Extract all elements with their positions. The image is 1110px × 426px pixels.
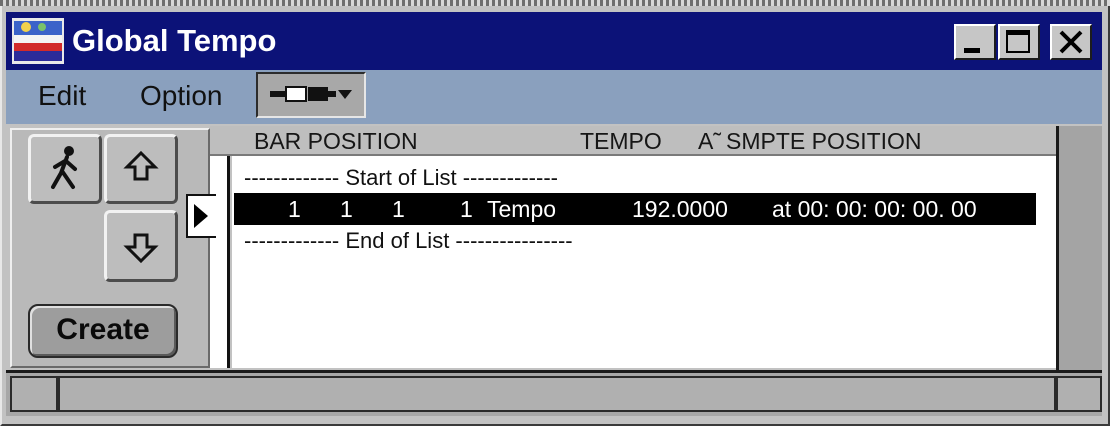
current-row-pointer [186, 194, 216, 238]
row-smpte-position: at 00: 00: 00: 00. 00 [772, 196, 977, 222]
header-at[interactable]: A˜ [698, 126, 721, 156]
app-icon[interactable] [12, 18, 64, 64]
header-smpte-position[interactable]: SMPTE POSITION [726, 126, 922, 156]
row-tick: 1 [392, 196, 405, 222]
row-subtick: 1 [460, 196, 473, 222]
walk-button[interactable] [28, 134, 102, 204]
create-button[interactable]: Create [28, 304, 178, 358]
move-down-button[interactable] [104, 210, 178, 282]
header-bar-position[interactable]: BAR POSITION [254, 126, 418, 156]
cable-dropdown-icon [270, 86, 352, 102]
row-bar: 1 [288, 196, 301, 222]
pointer-triangle-icon [194, 204, 208, 228]
status-cell-main [58, 376, 1056, 412]
list-start-marker: ------------- Start of List ------------… [244, 165, 558, 190]
menu-option[interactable]: Option [140, 76, 223, 116]
maximize-button[interactable] [998, 24, 1040, 60]
maximize-icon [1006, 30, 1030, 53]
arrow-up-icon [123, 150, 159, 181]
window-title: Global Tempo [72, 23, 277, 58]
row-event-type: Tempo [487, 196, 557, 222]
window-top-edge [0, 0, 1110, 6]
vertical-scrollbar[interactable] [1056, 126, 1102, 370]
close-button[interactable] [1050, 24, 1092, 60]
close-icon [1059, 30, 1083, 54]
walking-figure-icon [51, 146, 77, 189]
row-beat: 1 [340, 196, 353, 222]
arrow-down-icon [123, 233, 159, 264]
menu-edit[interactable]: Edit [38, 76, 86, 116]
minimize-button[interactable] [954, 24, 996, 60]
status-cell-right [1056, 376, 1102, 412]
minimize-icon [964, 48, 980, 53]
row-tempo-value: 192.0000 [632, 196, 728, 222]
list-end-marker: ------------- End of List --------------… [244, 228, 573, 253]
tool-dropdown-button[interactable] [256, 72, 366, 118]
status-cell-left [10, 376, 58, 412]
move-up-button[interactable] [104, 134, 178, 204]
header-tempo[interactable]: TEMPO [580, 126, 662, 156]
row-pointer-column [210, 152, 230, 368]
